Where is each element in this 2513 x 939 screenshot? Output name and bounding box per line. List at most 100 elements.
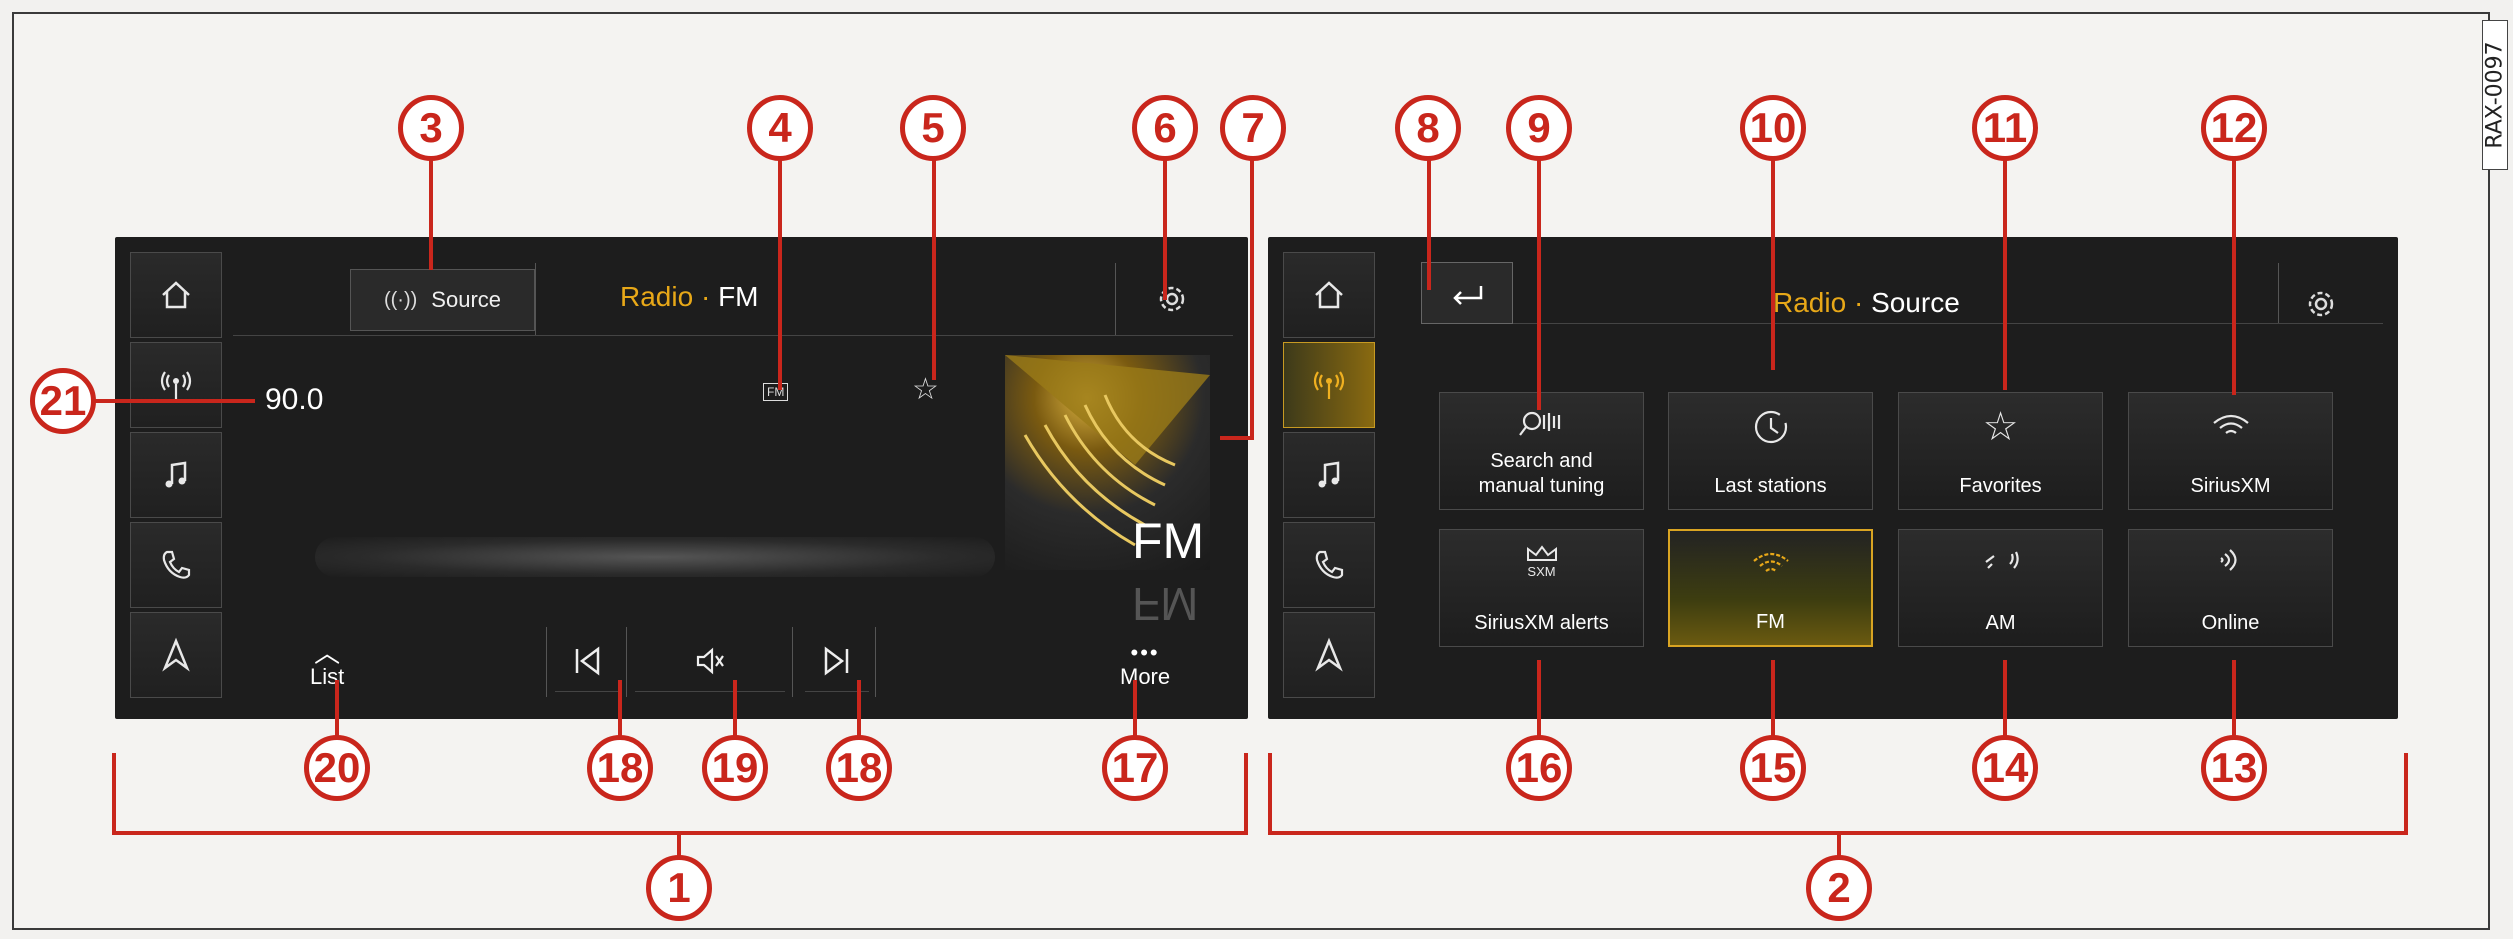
leader-line [1250, 160, 1254, 440]
callout-17: 17 [1102, 735, 1168, 801]
top-bar-line [1513, 323, 2383, 324]
fm-signal-icon [1670, 545, 1871, 579]
settings-button[interactable] [2304, 287, 2338, 321]
leader-line [1133, 680, 1137, 740]
callout-13: 13 [2201, 735, 2267, 801]
callout-11: 11 [1972, 95, 2038, 161]
sidebar-radio-button[interactable] [1283, 342, 1375, 428]
screen1-bracket [112, 753, 1248, 835]
tile-label: SiriusXM alerts [1474, 612, 1609, 634]
sidebar [130, 252, 222, 702]
callout-16: 16 [1506, 735, 1572, 801]
previous-button[interactable] [555, 630, 619, 692]
ellipsis-icon: ••• [1130, 640, 1160, 665]
tile-label: FM [1756, 611, 1785, 633]
leader-line [1771, 660, 1775, 740]
leader-line [778, 160, 782, 390]
siriusxm-alerts-tile[interactable]: SXM SiriusXM alerts [1439, 529, 1644, 647]
callout-15: 15 [1740, 735, 1806, 801]
leader-line [2003, 160, 2007, 390]
leader-line [1163, 160, 1167, 300]
list-button[interactable]: ︿ List [310, 638, 345, 690]
search-tuning-tile[interactable]: Search and manual tuning [1439, 392, 1644, 510]
callout-20: 20 [304, 735, 370, 801]
back-button[interactable] [1421, 262, 1513, 324]
satellite-signal-icon [2129, 407, 2332, 441]
online-tile[interactable]: Online [2128, 529, 2333, 647]
figure-code: RAX-0097 [2482, 20, 2508, 170]
divider [546, 627, 547, 697]
artwork-band-reflection: FM [1132, 578, 1199, 630]
leader-line [1220, 436, 1254, 440]
am-signal-icon [1899, 544, 2102, 578]
phone-icon [1315, 550, 1344, 579]
mute-button[interactable] [635, 630, 785, 692]
fm-band-indicator: FM [763, 383, 789, 401]
skip-previous-icon [575, 646, 600, 675]
sidebar-music-button[interactable] [1283, 432, 1375, 518]
divider [792, 627, 793, 697]
gear-icon [2308, 291, 2334, 317]
divider [1115, 263, 1116, 335]
tile-label: Favorites [1959, 475, 2042, 497]
list-label: List [310, 664, 345, 689]
leader-line [2003, 660, 2007, 740]
leader-line [2232, 160, 2236, 395]
callout-18: 18 [587, 735, 653, 801]
radio-antenna-icon: ((·)) [383, 288, 418, 311]
callout-8: 8 [1395, 95, 1461, 161]
callout-12: 12 [2201, 95, 2267, 161]
source-label: Source [431, 287, 502, 312]
settings-button[interactable] [1155, 282, 1189, 316]
tile-label: Online [2201, 612, 2260, 634]
radio-source-screen: Radio · Source Search and manual tuning … [1268, 237, 2398, 719]
sidebar-music-button[interactable] [130, 432, 222, 518]
more-label: More [1120, 664, 1171, 689]
navigation-icon [1315, 637, 1343, 672]
search-tuning-icon [1440, 407, 1643, 441]
tile-label: Search and manual tuning [1478, 450, 1605, 497]
am-tile[interactable]: AM [1898, 529, 2103, 647]
leader-line [618, 680, 622, 740]
mute-speaker-icon [696, 647, 724, 674]
chevron-up-icon: ︿ [314, 638, 341, 668]
tile-label: Last stations [1714, 475, 1827, 497]
leader-line [2232, 660, 2236, 740]
callout-19: 19 [702, 735, 768, 801]
progress-shadow [315, 537, 995, 577]
callout-9: 9 [1506, 95, 1572, 161]
leader-line [335, 680, 339, 740]
source-button[interactable]: ((·)) Source [350, 269, 535, 331]
sidebar-home-button[interactable] [1283, 252, 1375, 338]
callout-5: 5 [900, 95, 966, 161]
callout-2: 2 [1806, 855, 1872, 921]
sidebar-navigation-button[interactable] [1283, 612, 1375, 698]
leader-line [1537, 160, 1541, 410]
leader-line [857, 680, 861, 740]
siriusxm-tile[interactable]: SiriusXM [2128, 392, 2333, 510]
callout-10: 10 [1740, 95, 1806, 161]
history-clock-icon [1669, 407, 1872, 447]
leader-line [429, 160, 433, 270]
navigation-icon [162, 637, 190, 672]
leader-line [932, 160, 936, 380]
gear-icon [1159, 286, 1185, 312]
more-button[interactable]: ••• More [1120, 642, 1170, 690]
favorites-tile[interactable]: ☆ Favorites [1898, 392, 2103, 510]
radio-icon [1313, 371, 1345, 399]
online-stream-icon [2129, 544, 2332, 578]
fm-tile[interactable]: FM [1668, 529, 1873, 647]
sidebar-navigation-button[interactable] [130, 612, 222, 698]
siriusxm-crown-icon: SXM [1440, 544, 1643, 580]
page-title: Radio · FM [620, 281, 759, 312]
sidebar-radio-button[interactable] [130, 342, 222, 428]
tile-label: SiriusXM [2190, 475, 2271, 497]
last-stations-tile[interactable]: Last stations [1668, 392, 1873, 510]
sidebar-home-button[interactable] [130, 252, 222, 338]
sidebar-phone-button[interactable] [130, 522, 222, 608]
sidebar-phone-button[interactable] [1283, 522, 1375, 608]
tile-label: AM [1985, 612, 2016, 634]
leader-line [1771, 160, 1775, 370]
back-arrow-icon [1453, 286, 1483, 305]
music-icon [165, 461, 187, 488]
